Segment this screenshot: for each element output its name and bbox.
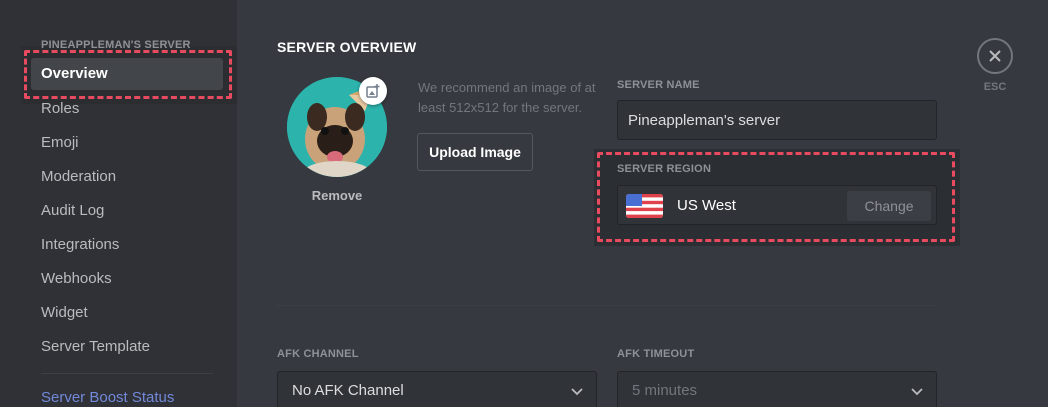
icon-recommendation-text: We recommend an image of at least 512x51… [418,80,596,115]
image-add-icon[interactable] [359,77,387,105]
sidebar-divider [41,373,213,374]
chevron-down-icon [910,384,924,403]
sidebar-item-emoji[interactable]: Emoji [31,127,223,159]
close-settings-button[interactable] [977,38,1013,74]
guild-name-header: PINEAPPLEMAN'S SERVER [41,39,191,51]
section-divider [277,305,937,306]
us-flag-icon [626,194,663,218]
sidebar-item-overview[interactable]: Overview [31,58,223,90]
sidebar-item-webhooks[interactable]: Webhooks [31,263,223,295]
change-region-button[interactable]: Change [847,191,931,221]
close-icon [989,50,1001,62]
server-name-input[interactable] [617,100,937,140]
sidebar-item-roles[interactable]: Roles [31,93,223,125]
afk-channel-value: No AFK Channel [292,382,404,399]
sidebar-item-server-template[interactable]: Server Template [31,331,223,363]
afk-timeout-label: AFK TIMEOUT [617,348,695,360]
chevron-down-icon [570,384,584,403]
region-name: US West [677,197,736,214]
upload-image-button[interactable]: Upload Image [417,133,533,171]
sidebar-item-moderation[interactable]: Moderation [31,161,223,193]
afk-channel-label: AFK CHANNEL [277,348,359,360]
sidebar-item-server-boost-status[interactable]: Server Boost Status [31,382,223,407]
server-region-label: SERVER REGION [617,163,712,175]
sidebar-item-integrations[interactable]: Integrations [31,229,223,261]
server-region-selector: US West Change [617,185,937,225]
sidebar-item-widget[interactable]: Widget [31,297,223,329]
remove-icon-link[interactable]: Remove [287,188,387,203]
server-name-label: SERVER NAME [617,79,700,91]
afk-channel-select[interactable]: No AFK Channel [277,371,597,407]
afk-timeout-select[interactable]: 5 minutes [617,371,937,407]
sidebar-item-audit-log[interactable]: Audit Log [31,195,223,227]
esc-label: ESC [983,81,1007,93]
page-title: SERVER OVERVIEW [277,39,417,55]
afk-timeout-value: 5 minutes [632,382,698,399]
